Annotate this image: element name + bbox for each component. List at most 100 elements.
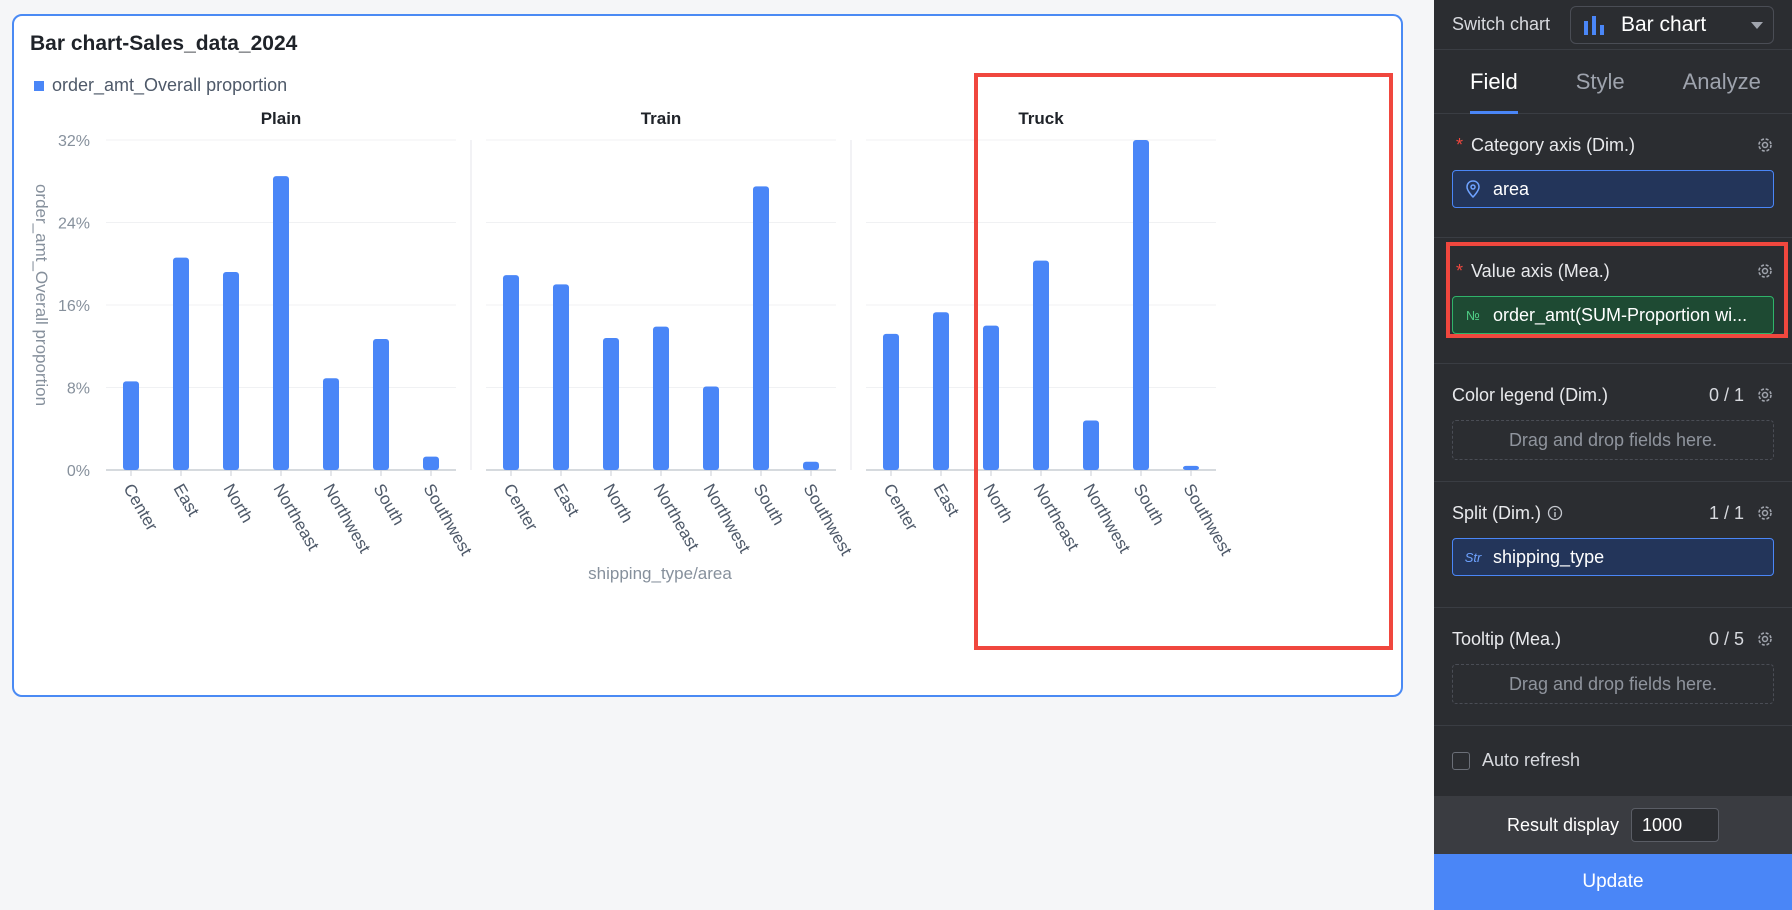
bar-truck-northeast[interactable]	[1033, 260, 1049, 470]
x-tick-label: Southwest	[800, 481, 856, 559]
bar-train-north[interactable]	[603, 338, 619, 470]
x-tick-label: East	[930, 481, 964, 520]
y-tick-label: 32%	[58, 133, 90, 150]
gear-icon[interactable]	[1756, 136, 1774, 154]
y-tick-label: 0%	[67, 463, 90, 480]
bar-truck-southwest[interactable]	[1183, 465, 1199, 470]
x-tick-label: East	[550, 481, 584, 520]
bar-train-northeast[interactable]	[653, 326, 669, 470]
bar-truck-north[interactable]	[983, 325, 999, 470]
string-type-icon: Str	[1464, 549, 1482, 565]
tooltip-drop-zone[interactable]: Drag and drop fields here.	[1452, 664, 1774, 704]
color-legend-title: Color legend (Dim.)	[1452, 384, 1609, 405]
y-tick-label: 16%	[58, 298, 90, 315]
auto-refresh[interactable]: Auto refresh	[1452, 750, 1580, 771]
color-legend-drop-zone[interactable]: Drag and drop fields here.	[1452, 420, 1774, 460]
bar-plain-center[interactable]	[123, 381, 139, 470]
x-tick-label: South	[1130, 481, 1169, 529]
category-axis-field[interactable]: area	[1452, 170, 1774, 208]
x-tick-label: East	[170, 481, 204, 520]
bar-plain-north[interactable]	[223, 272, 239, 470]
category-axis-title: Category axis (Dim.)	[1471, 134, 1636, 155]
bar-truck-east[interactable]	[933, 312, 949, 470]
bar-plain-east[interactable]	[173, 257, 189, 470]
bar-truck-south[interactable]	[1133, 140, 1149, 470]
bar-train-southwest[interactable]	[803, 461, 819, 470]
x-tick-label: South	[370, 481, 409, 529]
x-tick-label: Northwest	[320, 481, 375, 557]
bar-train-center[interactable]	[503, 275, 519, 470]
gear-icon[interactable]	[1756, 262, 1774, 280]
x-tick-label: North	[600, 481, 637, 527]
value-axis-field[interactable]: № order_amt(SUM-Proportion wi...	[1452, 296, 1774, 334]
auto-refresh-checkbox[interactable]	[1452, 751, 1470, 770]
chevron-down-icon	[1751, 21, 1763, 29]
result-display-label: Result display	[1506, 814, 1620, 835]
category-axis-section: * Category axis (Dim.) area	[1434, 114, 1792, 238]
x-tick-label: Northeast	[1030, 481, 1083, 555]
x-tick-label: Northwest	[700, 481, 755, 557]
bar-plain-northeast[interactable]	[273, 176, 289, 470]
bar-train-northwest[interactable]	[703, 386, 719, 470]
chart-type-value: Bar chart	[1621, 12, 1707, 36]
bar-plain-northwest[interactable]	[323, 378, 339, 470]
panel-tabs: Field Style Analyze	[1434, 50, 1792, 114]
value-axis-section: * Value axis (Mea.) № order_amt(SUM-Prop…	[1434, 238, 1792, 364]
y-tick-label: 8%	[67, 381, 90, 398]
x-tick-label: Northeast	[270, 481, 323, 555]
split-field-label: shipping_type	[1493, 546, 1605, 567]
number-type-icon: №	[1466, 307, 1480, 323]
tooltip-section: Tooltip (Mea.) 0 / 5 Drag and drop field…	[1434, 608, 1792, 726]
location-pin-icon	[1466, 180, 1480, 199]
x-tick-label: North	[980, 481, 1017, 527]
gear-icon[interactable]	[1756, 504, 1774, 522]
chart-card: Bar chart-Sales_data_2024 order_amt_Over…	[12, 14, 1403, 697]
x-tick-label: North	[220, 481, 257, 527]
config-panel: Switch chart Bar chart Field Style Analy…	[1434, 0, 1792, 910]
x-tick-label: Center	[120, 481, 162, 535]
x-axis-title: shipping_type/area	[588, 564, 732, 583]
split-title-label: Split (Dim.)	[1452, 502, 1541, 523]
split-field[interactable]: Str shipping_type	[1452, 538, 1774, 576]
auto-refresh-label: Auto refresh	[1482, 750, 1581, 770]
tooltip-title: Tooltip (Mea.)	[1452, 628, 1562, 649]
chart-type-select[interactable]: Bar chart	[1570, 5, 1774, 44]
required-marker: *	[1456, 134, 1464, 155]
tooltip-count: 0 / 5	[1708, 628, 1744, 649]
value-axis-field-label: order_amt(SUM-Proportion wi...	[1493, 304, 1748, 325]
update-button[interactable]: Update	[1434, 854, 1792, 910]
bar-train-east[interactable]	[553, 284, 569, 470]
x-tick-label: Southwest	[420, 481, 476, 559]
info-icon[interactable]	[1547, 505, 1563, 521]
x-tick-label: Northeast	[650, 481, 703, 555]
bar-truck-center[interactable]	[883, 333, 899, 470]
split-count: 1 / 1	[1708, 502, 1744, 523]
gear-icon[interactable]	[1756, 386, 1774, 404]
switch-chart-label: Switch chart	[1452, 14, 1551, 34]
tab-field[interactable]: Field	[1470, 50, 1518, 114]
bar-chart-icon	[1584, 15, 1604, 35]
color-legend-section: Color legend (Dim.) 0 / 1 Drag and drop …	[1434, 364, 1792, 482]
bar-plain-south[interactable]	[373, 339, 389, 470]
tab-analyze[interactable]: Analyze	[1683, 50, 1761, 114]
value-axis-title: Value axis (Mea.)	[1471, 260, 1610, 281]
required-marker: *	[1456, 260, 1464, 281]
x-tick-label: Southwest	[1180, 481, 1236, 559]
bar-truck-northwest[interactable]	[1083, 420, 1099, 471]
bar-train-south[interactable]	[753, 186, 769, 470]
gear-icon[interactable]	[1756, 630, 1774, 648]
split-title: Split (Dim.)	[1452, 503, 1709, 524]
x-tick-label: South	[750, 481, 789, 529]
x-tick-label: Center	[880, 481, 922, 535]
y-axis-title: order_amt_Overall proportion	[32, 184, 51, 406]
bar-plain-southwest[interactable]	[423, 456, 439, 470]
result-display-row: Result display	[1434, 796, 1792, 854]
x-tick-label: Northwest	[1080, 481, 1135, 557]
split-section: Split (Dim.) 1 / 1 Str shipping_type	[1434, 482, 1792, 608]
result-display-input[interactable]	[1631, 808, 1720, 842]
color-legend-count: 0 / 1	[1708, 384, 1744, 405]
switch-chart-row: Switch chart Bar chart	[1434, 0, 1792, 50]
y-tick-label: 24%	[58, 216, 90, 233]
tab-style[interactable]: Style	[1576, 50, 1625, 114]
x-tick-label: Center	[500, 481, 542, 535]
